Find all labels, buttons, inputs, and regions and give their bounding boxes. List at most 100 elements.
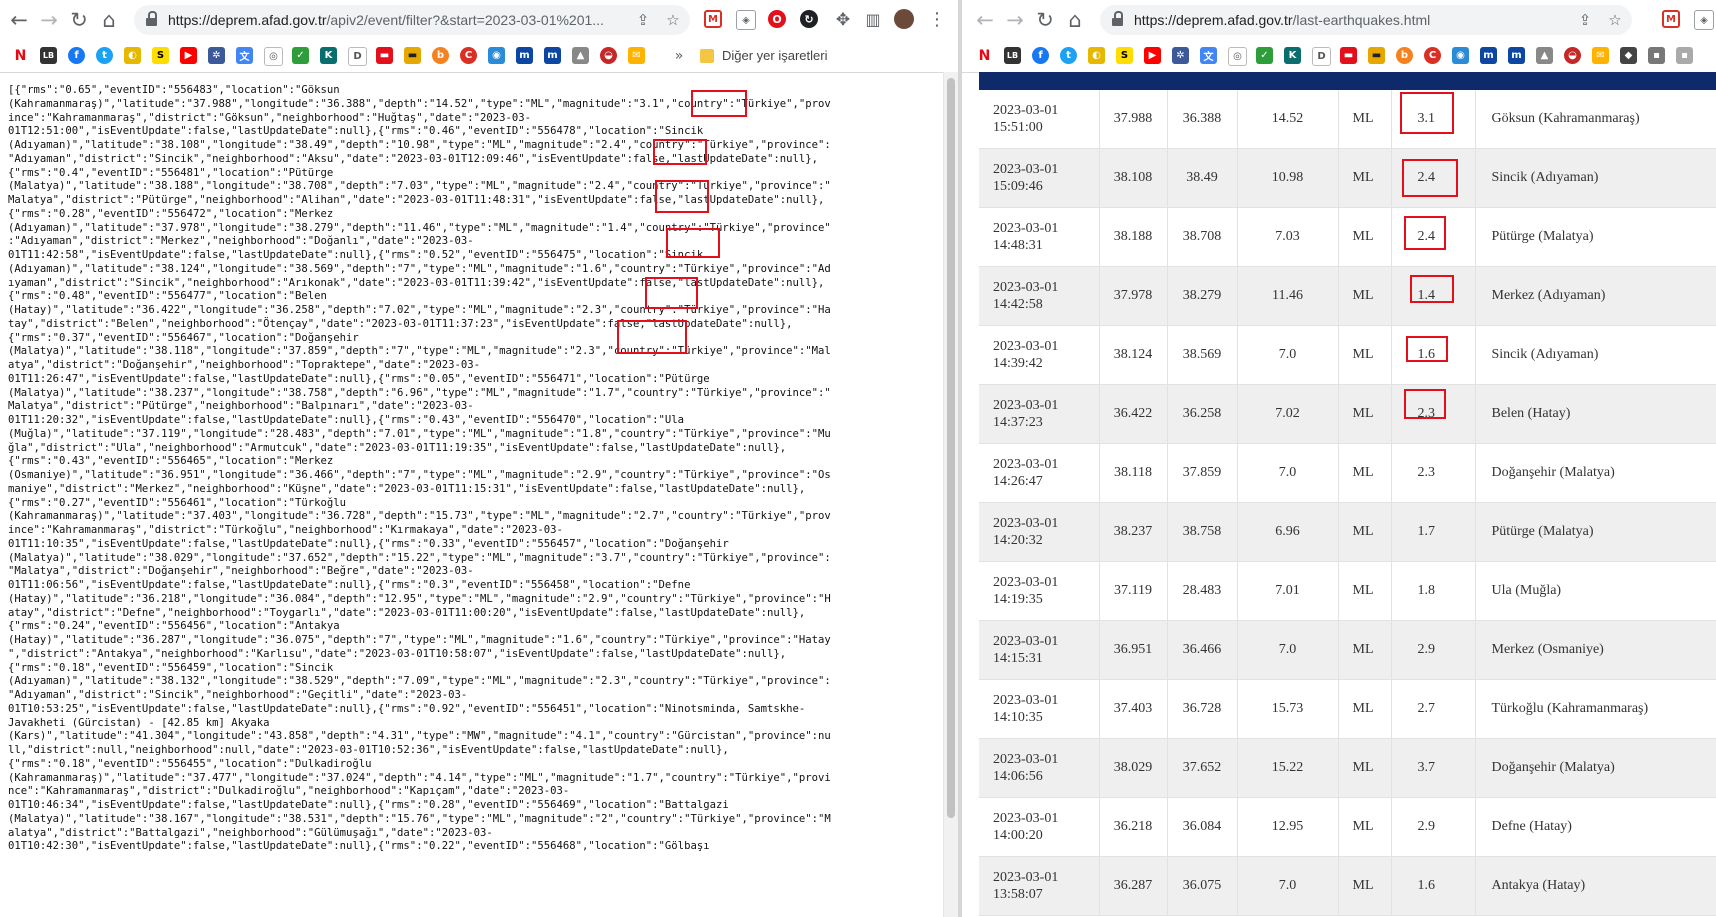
opera-extension-icon[interactable]: O <box>768 10 786 28</box>
youtube-bookmark-icon[interactable]: ▶ <box>1144 47 1161 64</box>
d-bookmark-icon[interactable]: D <box>348 47 367 66</box>
folder-icon[interactable] <box>700 49 714 63</box>
gmail-extension-icon[interactable]: M <box>1662 10 1680 28</box>
lock-icon[interactable] <box>1112 11 1123 27</box>
c-bookmark-icon[interactable]: C <box>1424 47 1441 64</box>
sync-extension-icon[interactable]: ↻ <box>800 10 818 28</box>
lb-bookmark-icon[interactable]: LB <box>1004 47 1021 64</box>
red-bookmark-icon[interactable]: ▬ <box>376 47 393 64</box>
forward-icon[interactable]: → <box>36 7 62 33</box>
facebook-bookmark-icon[interactable]: f <box>1032 47 1049 64</box>
c-bookmark-icon[interactable]: C <box>460 47 477 64</box>
twitter-bookmark-icon[interactable]: t <box>96 47 113 64</box>
address-bar[interactable]: https://deprem.afad.gov.tr/last-earthqua… <box>1100 5 1632 35</box>
home-icon[interactable]: ⌂ <box>96 7 122 33</box>
red-bookmark-icon[interactable]: ▬ <box>1340 47 1357 64</box>
gear-bookmark-icon[interactable]: ✲ <box>208 47 225 64</box>
kebab-menu-icon[interactable]: ⋮ <box>924 7 950 33</box>
leaf-bookmark-icon[interactable]: ✓ <box>1256 47 1273 64</box>
wifi-bookmark-icon[interactable]: ◎ <box>1228 47 1247 66</box>
more-bookmarks-icon[interactable]: » <box>666 43 692 69</box>
reload-icon[interactable]: ↻ <box>1032 7 1058 33</box>
cell-date: 2023-03-01 14:20:32 <box>979 502 1100 562</box>
leaf-bookmark-icon[interactable]: ✓ <box>292 47 309 64</box>
cell-latitude-text: 36.218 <box>1113 819 1153 834</box>
reload-icon[interactable]: ↻ <box>66 7 92 33</box>
kovan-bookmark-icon[interactable]: K <box>1284 47 1301 64</box>
url-path: /last-earthquakes.html <box>1292 12 1431 28</box>
back-icon[interactable]: ← <box>6 7 32 33</box>
shield-extension-icon[interactable]: ◈ <box>736 10 756 30</box>
yellow-bookmark-icon[interactable]: ◐ <box>1088 47 1105 64</box>
back-icon[interactable]: ← <box>972 7 998 33</box>
side-panel-icon[interactable]: ▥ <box>860 7 886 33</box>
round-red-bookmark-icon[interactable]: ◒ <box>600 47 617 64</box>
youtube-bookmark-icon[interactable]: ▶ <box>180 47 197 64</box>
home-icon[interactable]: ⌂ <box>1062 7 1088 33</box>
cell-date: 2023-03-01 <box>993 752 1059 767</box>
round-red-bookmark-icon[interactable]: ◒ <box>1564 47 1581 64</box>
netflix-bookmark-icon[interactable]: N <box>12 47 29 64</box>
blue-bookmark-icon[interactable]: ◉ <box>488 47 505 64</box>
gear-bookmark-icon[interactable]: ✲ <box>1172 47 1189 64</box>
star-icon[interactable]: ☆ <box>1606 11 1624 29</box>
s-bookmark-icon[interactable]: S <box>152 47 169 64</box>
cell-date: 2023-03-01 <box>993 162 1059 177</box>
gray-bookmark-icon[interactable]: ▲ <box>572 47 589 64</box>
json-line: maniye","district":"Merkez","neighborhoo… <box>8 482 806 495</box>
yellow-bookmark-icon[interactable]: ◐ <box>124 47 141 64</box>
d-bookmark-icon[interactable]: D <box>1312 47 1331 66</box>
gmail-extension-icon[interactable]: M <box>704 10 722 28</box>
twitter-bookmark-icon[interactable]: t <box>1060 47 1077 64</box>
avatar[interactable] <box>894 9 914 29</box>
address-bar[interactable]: https://deprem.afad.gov.tr/apiv2/event/f… <box>134 5 690 35</box>
cell-type-text: ML <box>1352 760 1374 775</box>
mail-bookmark-icon[interactable]: ✉ <box>628 47 645 64</box>
shield-extension-icon[interactable]: ◈ <box>1694 10 1714 30</box>
share-icon[interactable]: ⇪ <box>1576 11 1594 29</box>
blue-bookmark-icon[interactable]: ◉ <box>1452 47 1469 64</box>
cell-magnitude: 1.6 <box>1391 856 1476 916</box>
orange-bookmark-icon[interactable]: ▬ <box>1368 47 1385 64</box>
cell-depth: 12.95 <box>1237 797 1339 857</box>
translate-bookmark-icon[interactable]: 文 <box>236 47 253 64</box>
json-line: Malatya","district":"Pütürge","neighborh… <box>8 400 474 413</box>
mail-bookmark-icon[interactable]: ✉ <box>1592 47 1609 64</box>
gray-bookmark-icon[interactable]: ▲ <box>1536 47 1553 64</box>
cell-location: Pütürge (Malatya) <box>1475 502 1716 562</box>
netflix-bookmark-icon[interactable]: N <box>976 47 993 64</box>
m-bookmark-icon[interactable]: m <box>516 47 533 64</box>
circle-bookmark-icon[interactable]: b <box>1396 47 1413 64</box>
star-icon[interactable]: ☆ <box>664 11 682 29</box>
facebook-bookmark-icon[interactable]: f <box>68 47 85 64</box>
misc-bookmark-icon[interactable]: ▪ <box>1648 47 1665 64</box>
url-host: https://deprem.afad.gov.tr <box>168 12 327 28</box>
json-line: ","district":"Antakya","neighborhood":"K… <box>8 647 787 660</box>
m2-bookmark-icon[interactable]: m <box>544 47 561 64</box>
cell-date: 2023-03-01 14:19:35 <box>979 561 1100 621</box>
vertical-scrollbar[interactable] <box>943 72 958 917</box>
m-bookmark-icon[interactable]: m <box>1480 47 1497 64</box>
other-bookmarks-label[interactable]: Diğer yer işaretleri <box>722 48 827 63</box>
s-bookmark-icon[interactable]: S <box>1116 47 1133 64</box>
forward-icon[interactable]: → <box>1002 7 1028 33</box>
highlight-box <box>1403 216 1446 250</box>
translate-bookmark-icon[interactable]: 文 <box>1200 47 1217 64</box>
json-line: "Adıyaman","district":"Sincik","neighbor… <box>8 689 468 701</box>
json-line: [{"rms":"0.65","eventID":"556483","locat… <box>8 84 340 96</box>
puzzle-icon[interactable]: ✥ <box>830 7 856 33</box>
orange-bookmark-icon[interactable]: ▬ <box>404 47 421 64</box>
m2-bookmark-icon[interactable]: m <box>1508 47 1525 64</box>
lb-bookmark-icon[interactable]: LB <box>40 47 57 64</box>
scrollbar-thumb[interactable] <box>947 78 955 818</box>
nav-row: ← → ↻ ⌂ https://deprem.afad.gov.tr/apiv2… <box>0 0 958 40</box>
circle-bookmark-icon[interactable]: b <box>432 47 449 64</box>
misc2-bookmark-icon[interactable]: ▪ <box>1676 47 1693 64</box>
share-icon[interactable]: ⇪ <box>634 11 652 29</box>
json-line: (Muğla)","latitude":"37.119","longitude"… <box>8 427 831 440</box>
dark-bookmark-icon[interactable]: ◆ <box>1620 47 1637 64</box>
kovan-bookmark-icon[interactable]: K <box>320 47 337 64</box>
lock-icon[interactable] <box>146 11 157 27</box>
url-host: https://deprem.afad.gov.tr <box>1134 12 1293 28</box>
wifi-bookmark-icon[interactable]: ◎ <box>264 47 283 66</box>
